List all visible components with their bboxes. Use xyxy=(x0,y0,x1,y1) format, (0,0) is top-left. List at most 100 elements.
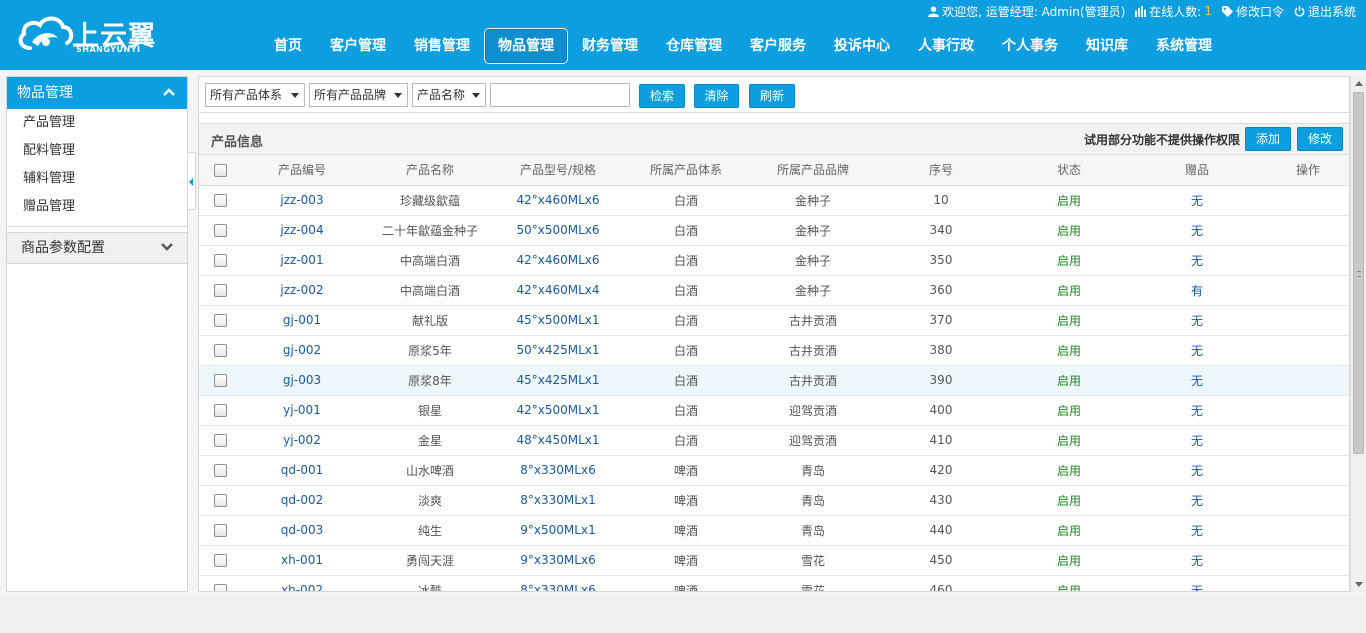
nav-finance[interactable]: 财务管理 xyxy=(568,28,652,64)
sidebar-section-params[interactable]: 商品参数配置 xyxy=(7,232,187,264)
row-checkbox[interactable] xyxy=(213,284,227,297)
sidebar-item-accessories[interactable]: 辅料管理 xyxy=(7,165,187,193)
row-select-cell xyxy=(199,485,241,516)
table-row[interactable]: yj-002 金星 48°x450MLx1 白酒 迎驾贡酒 410 启用无 xyxy=(199,425,1349,456)
search-field-select[interactable]: 产品名称 xyxy=(412,83,486,107)
row-checkbox[interactable] xyxy=(213,434,227,447)
product-system-select[interactable]: 所有产品体系 xyxy=(205,83,305,107)
cell-code[interactable]: qd-002 xyxy=(241,485,363,516)
clear-button[interactable]: 清除 xyxy=(694,84,739,108)
nav-customers[interactable]: 客户管理 xyxy=(316,28,400,64)
sidebar-item-ingredients[interactable]: 配料管理 xyxy=(7,137,187,165)
logout-link[interactable]: 退出系统 xyxy=(1294,3,1356,20)
cell-code[interactable]: gj-001 xyxy=(241,305,363,336)
select-all-checkbox[interactable] xyxy=(213,163,227,177)
cell-code[interactable]: yj-002 xyxy=(241,425,363,456)
change-password-link[interactable]: 修改口令 xyxy=(1221,3,1284,20)
nav-personal[interactable]: 个人事务 xyxy=(988,28,1072,64)
welcome-text: 欢迎您, 运管经理: Admin(管理员) xyxy=(942,4,1126,19)
nav-sales[interactable]: 销售管理 xyxy=(400,28,484,64)
cell-seq: 390 xyxy=(873,365,1009,396)
nav-complaints[interactable]: 投诉中心 xyxy=(820,28,904,64)
cell-code[interactable]: jzz-002 xyxy=(241,275,363,306)
cell-code[interactable]: jzz-003 xyxy=(241,185,363,216)
cell-code[interactable]: gj-002 xyxy=(241,335,363,366)
cell-code[interactable]: jzz-001 xyxy=(241,245,363,276)
row-checkbox[interactable] xyxy=(213,554,227,567)
scrollbar-thumb[interactable] xyxy=(1353,92,1364,454)
cell-seq: 420 xyxy=(873,455,1009,486)
row-select-cell xyxy=(199,425,241,456)
col-brand[interactable]: 所属产品品牌 xyxy=(753,155,873,186)
col-code[interactable]: 产品编号 xyxy=(241,155,363,186)
col-system[interactable]: 所属产品体系 xyxy=(619,155,753,186)
cell-code[interactable]: xh-001 xyxy=(241,545,363,576)
table-row[interactable]: jzz-003 珍藏级歙蕴 42°x460MLx6 白酒 金种子 10 启用无 xyxy=(199,185,1349,216)
nav-knowledge[interactable]: 知识库 xyxy=(1072,28,1142,64)
cell-code[interactable]: qd-001 xyxy=(241,455,363,486)
scroll-down-arrow-icon[interactable] xyxy=(1355,582,1363,587)
nav-home[interactable]: 首页 xyxy=(260,28,316,64)
nav-customer-service[interactable]: 客户服务 xyxy=(736,28,820,64)
table-row[interactable]: gj-002 原浆5年 50°x425MLx1 白酒 古井贡酒 380 启用无 xyxy=(199,335,1349,366)
cell-gift: 无 xyxy=(1129,425,1265,456)
search-input[interactable] xyxy=(490,83,630,107)
row-checkbox[interactable] xyxy=(213,254,227,267)
row-checkbox[interactable] xyxy=(213,344,227,357)
sidebar-section-goods[interactable]: 物品管理 xyxy=(7,77,187,109)
cell-code[interactable]: jzz-004 xyxy=(241,215,363,246)
row-select-cell xyxy=(199,395,241,426)
edit-button[interactable]: 修改 xyxy=(1297,127,1343,151)
scroll-up-arrow-icon[interactable] xyxy=(1355,81,1363,86)
row-checkbox[interactable] xyxy=(213,464,227,477)
col-seq[interactable]: 序号 xyxy=(873,155,1009,186)
sidebar-group-title: 商品参数配置 xyxy=(21,240,105,256)
cell-code[interactable]: qd-003 xyxy=(241,515,363,546)
cell-code[interactable]: yj-001 xyxy=(241,395,363,426)
sidebar-collapse-toggle[interactable] xyxy=(188,152,196,210)
row-checkbox[interactable] xyxy=(213,224,227,237)
table-row[interactable]: xh-002 冰酷 8°x330MLx6 啤酒 雪花 460 启用无 xyxy=(199,575,1349,591)
table-row[interactable]: jzz-001 中高端白酒 42°x460MLx6 白酒 金种子 350 启用无 xyxy=(199,245,1349,276)
row-checkbox[interactable] xyxy=(213,404,227,417)
cell-code[interactable]: gj-003 xyxy=(241,365,363,396)
cell-code[interactable]: xh-002 xyxy=(241,575,363,591)
row-checkbox[interactable] xyxy=(213,194,227,207)
table-row[interactable]: qd-003 纯生 9°x500MLx1 啤酒 青岛 440 启用无 xyxy=(199,515,1349,546)
row-select-cell xyxy=(199,275,241,306)
row-checkbox[interactable] xyxy=(213,494,227,507)
cell-model: 48°x450MLx1 xyxy=(497,425,619,456)
cell-status: 启用 xyxy=(1009,335,1129,366)
nav-warehouse[interactable]: 仓库管理 xyxy=(652,28,736,64)
table-row[interactable]: qd-002 淡爽 8°x330MLx1 啤酒 青岛 430 启用无 xyxy=(199,485,1349,516)
table-row[interactable]: gj-001 献礼版 45°x500MLx1 白酒 古井贡酒 370 启用无 xyxy=(199,305,1349,336)
cell-seq: 400 xyxy=(873,395,1009,426)
col-name[interactable]: 产品名称 xyxy=(363,155,497,186)
logo[interactable]: 上云翼 SHANGYUNYI xyxy=(18,12,178,58)
refresh-button[interactable]: 刷新 xyxy=(749,84,795,108)
sidebar-item-gifts[interactable]: 赠品管理 xyxy=(7,193,187,221)
table-row[interactable]: yj-001 银星 42°x500MLx1 白酒 迎驾贡酒 400 启用无 xyxy=(199,395,1349,426)
col-model[interactable]: 产品型号/规格 xyxy=(497,155,619,186)
nav-goods[interactable]: 物品管理 xyxy=(484,28,568,64)
add-button[interactable]: 添加 xyxy=(1245,127,1291,151)
nav-system[interactable]: 系统管理 xyxy=(1142,28,1226,64)
table-row[interactable]: jzz-004 二十年歙蕴金种子 50°x500MLx6 白酒 金种子 340 启用无 xyxy=(199,215,1349,246)
row-checkbox[interactable] xyxy=(213,524,227,537)
col-gift[interactable]: 赠品 xyxy=(1129,155,1265,186)
col-status[interactable]: 状态 xyxy=(1009,155,1129,186)
product-brand-select[interactable]: 所有产品品牌 xyxy=(309,83,408,107)
row-checkbox[interactable] xyxy=(213,584,227,591)
cell-system: 啤酒 xyxy=(619,515,753,546)
table-row[interactable]: gj-003 原浆8年 45°x425MLx1 白酒 古井贡酒 390 启用无 xyxy=(199,365,1349,396)
cell-seq: 380 xyxy=(873,335,1009,366)
nav-hr[interactable]: 人事行政 xyxy=(904,28,988,64)
row-checkbox[interactable] xyxy=(213,314,227,327)
row-checkbox[interactable] xyxy=(213,374,227,387)
table-row[interactable]: xh-001 勇闯天涯 9°x330MLx6 啤酒 雪花 450 启用无 xyxy=(199,545,1349,576)
table-row[interactable]: jzz-002 中高端白酒 42°x460MLx4 白酒 金种子 360 启用有 xyxy=(199,275,1349,306)
search-button[interactable]: 检索 xyxy=(639,84,685,108)
vertical-scrollbar[interactable] xyxy=(1350,76,1366,592)
sidebar-item-products[interactable]: 产品管理 xyxy=(7,109,187,137)
table-row[interactable]: qd-001 山水啤酒 8°x330MLx6 啤酒 青岛 420 启用无 xyxy=(199,455,1349,486)
